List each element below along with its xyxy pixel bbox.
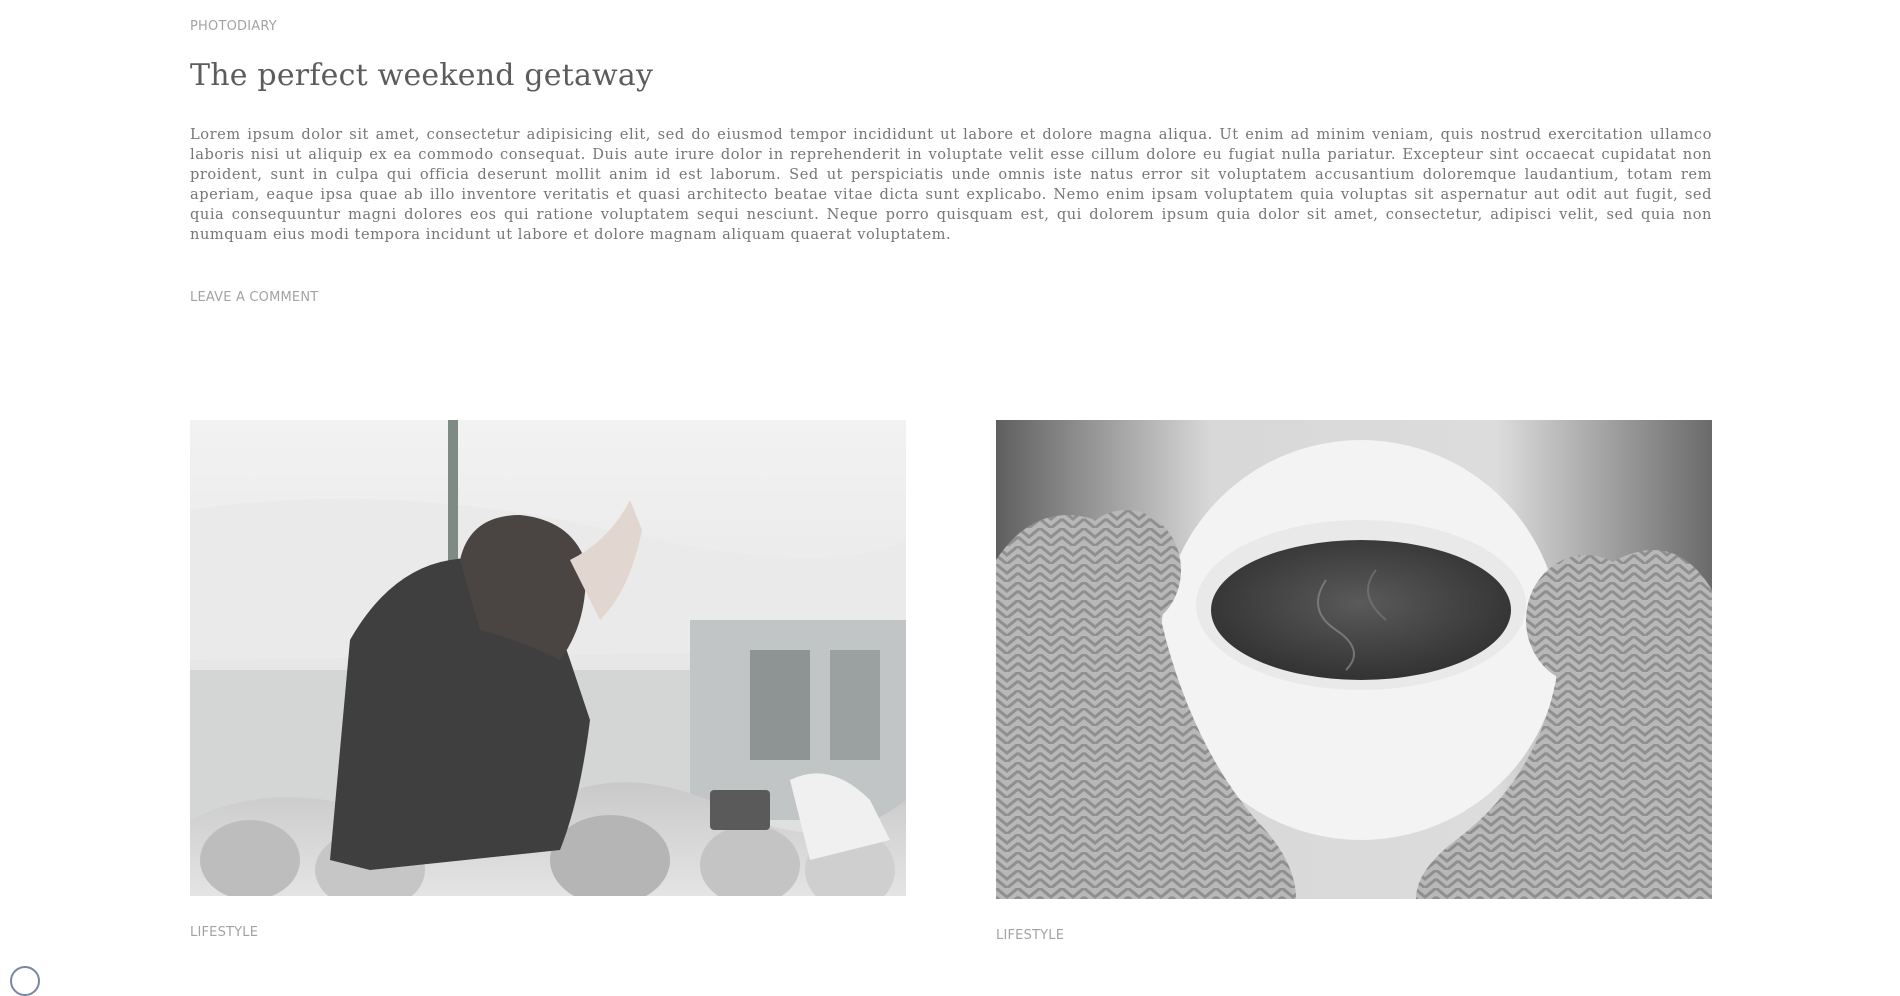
- post-card: LIFESTYLE: [996, 420, 1712, 944]
- coffee-cup-image: [996, 420, 1712, 899]
- card-category-link[interactable]: LIFESTYLE: [190, 925, 258, 940]
- post-category-link[interactable]: PHOTODIARY: [190, 19, 277, 34]
- post-card: LIFESTYLE: [190, 420, 906, 941]
- post-excerpt: Lorem ipsum dolor sit amet, consectetur …: [190, 126, 1712, 243]
- floating-widget-button[interactable]: [10, 966, 40, 996]
- post-title[interactable]: The perfect weekend getaway: [190, 58, 653, 93]
- leave-comment-link[interactable]: LEAVE A COMMENT: [190, 290, 318, 305]
- coffee-cup-mittens-photo[interactable]: [996, 420, 1712, 899]
- card-category-link[interactable]: LIFESTYLE: [996, 928, 1064, 943]
- concert-crowd-image: [190, 420, 906, 896]
- concert-crowd-photo[interactable]: [190, 420, 906, 896]
